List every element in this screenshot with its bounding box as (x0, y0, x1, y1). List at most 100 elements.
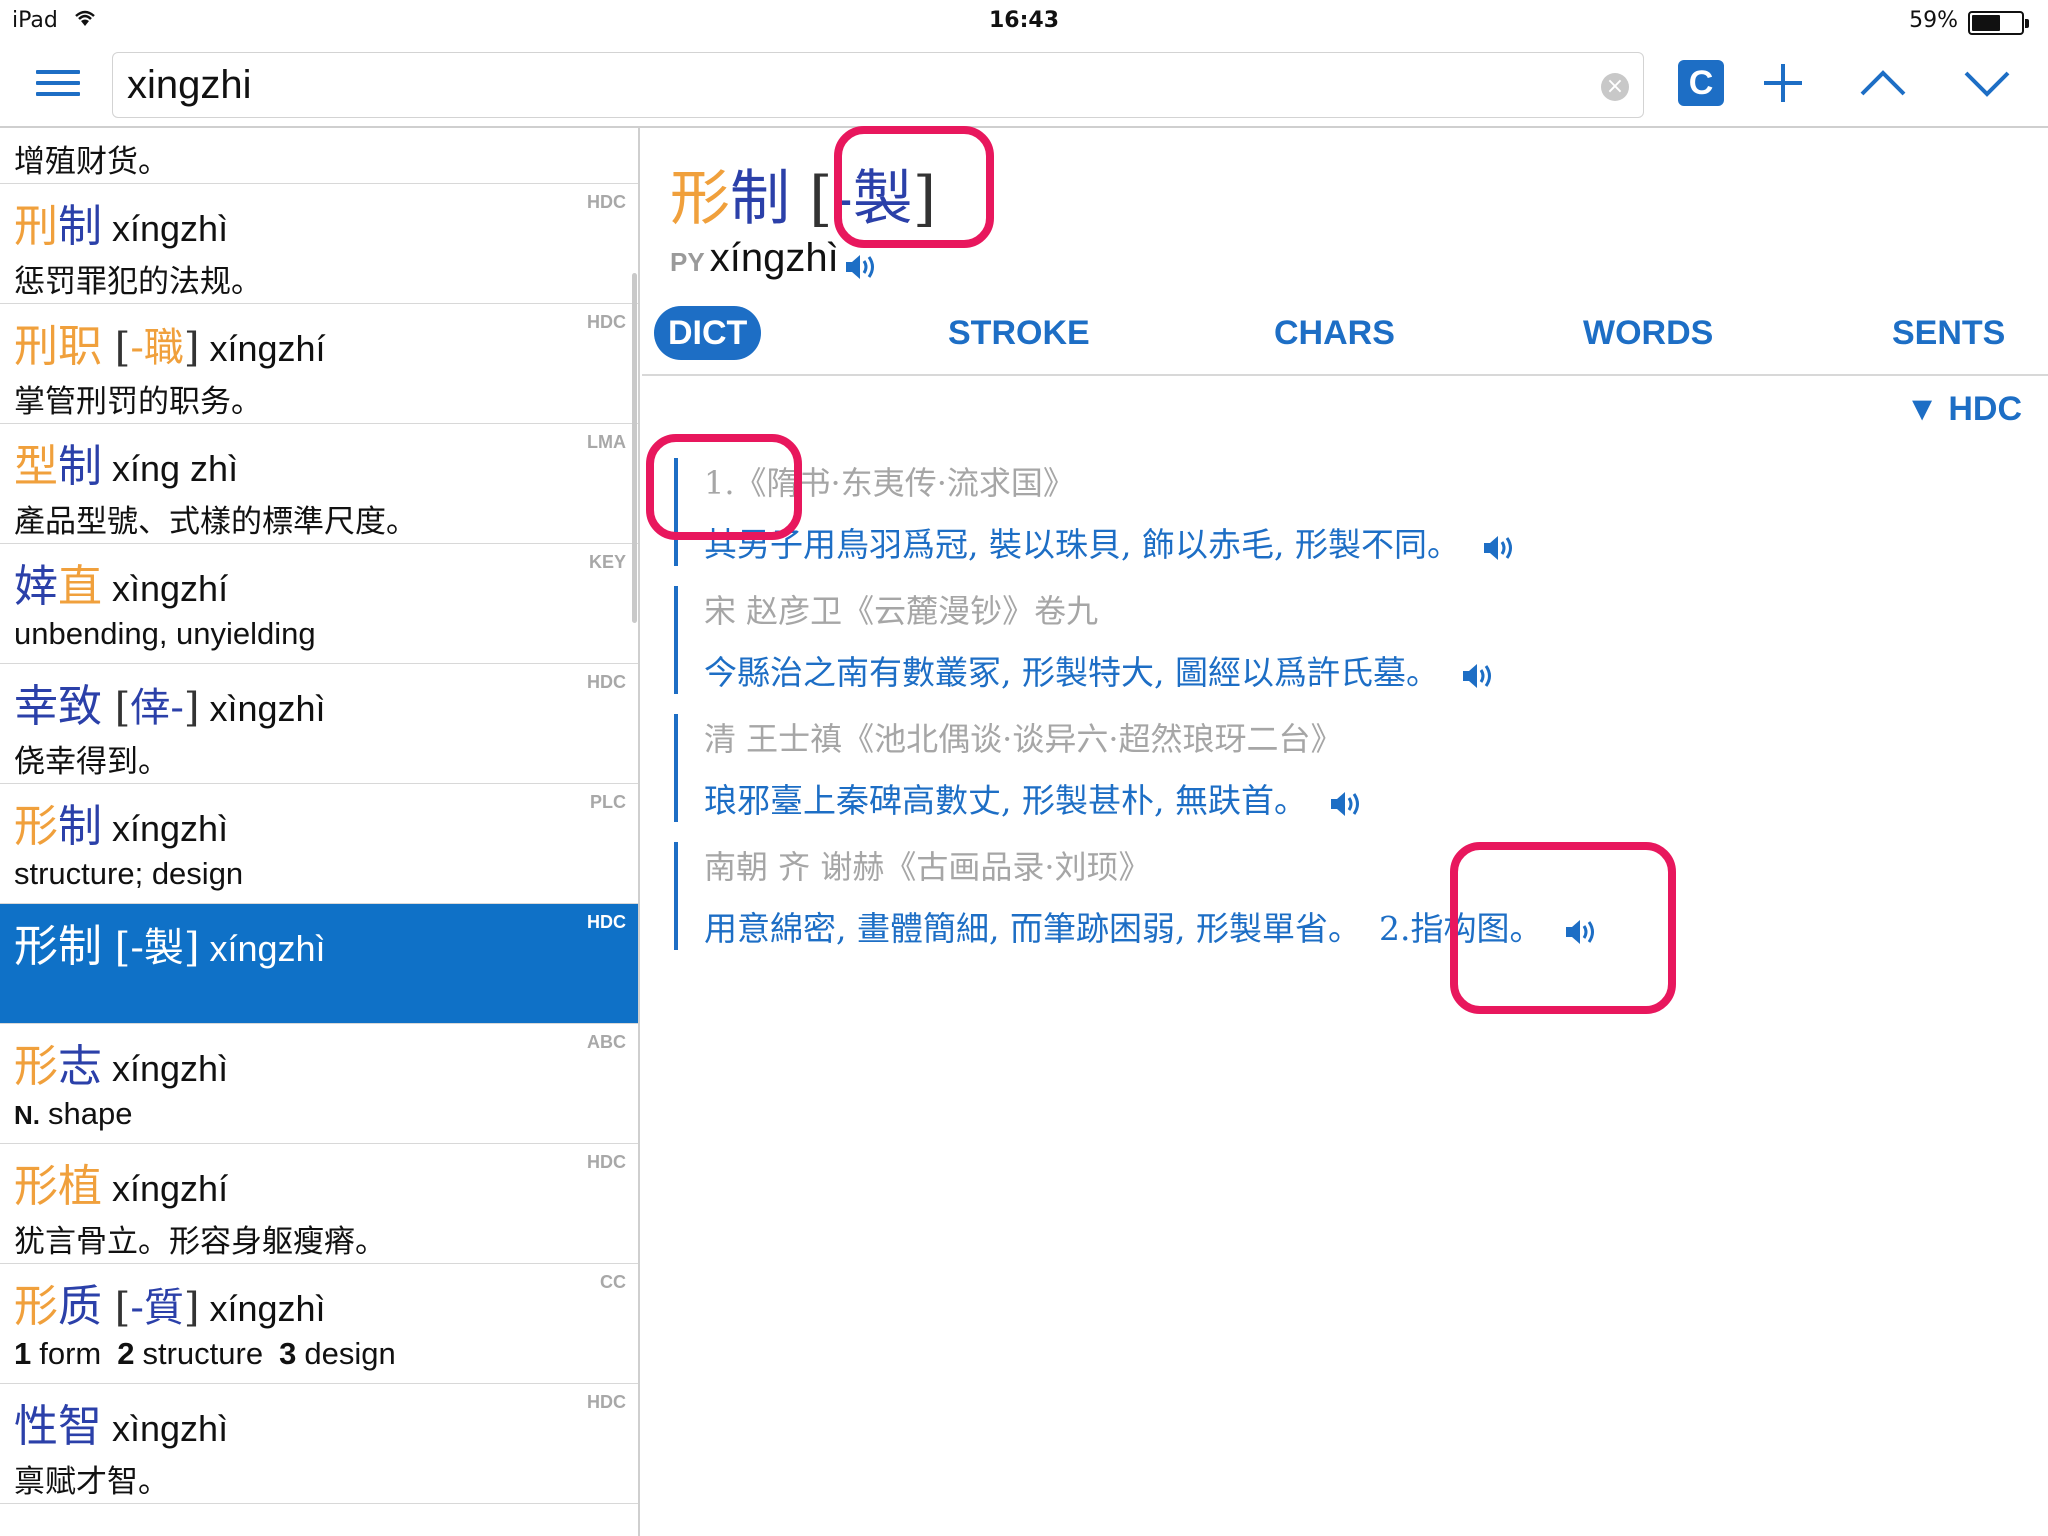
definition-text: 產品型號、式樣的標準尺度。 (14, 504, 417, 540)
chevron-up-icon[interactable] (1858, 58, 1908, 108)
list-item-pinyin: xìngzhì (112, 1408, 229, 1449)
definition-text: 犹言骨立。形容身躯瘦瘠。 (14, 1224, 386, 1260)
list-item[interactable]: 刑职 [-職] xíngzhí 掌管刑罚的职务。 HDC (0, 304, 638, 424)
tab-words[interactable]: WORDS (1583, 306, 1713, 360)
list-item-pinyin: xíngzhì (112, 208, 229, 249)
source-tag: PLC (590, 792, 626, 812)
speaker-icon[interactable] (1482, 532, 1516, 562)
quote-text-line: 用意綿密, 畫體簡細, 而筆跡困弱, 形製單省。 2.指构图。 (704, 902, 1974, 950)
source-toggle[interactable]: ▼ HDC (1905, 390, 2022, 429)
list-item[interactable]: 性智 xìngzhì 禀赋才智。 HDC (0, 1384, 638, 1504)
list-item-definition: 掌管刑罚的职务。 (14, 376, 262, 421)
list-item-definition: N. shape (14, 1096, 132, 1132)
example-quote: 1.《隋书·东夷传·流求国》 其男子用鳥羽爲冠, 裝以珠貝, 飾以赤毛, 形製不同… (674, 458, 1974, 566)
source-tag: HDC (587, 912, 626, 932)
list-item-char: 制 (58, 201, 102, 252)
example-quote: 清 王士禛《池北偶谈·谈异六·超然琅玡二台》 琅邪臺上秦碑高數丈, 形製甚朴, 無… (674, 714, 1974, 822)
clear-icon[interactable]: × (1601, 73, 1629, 101)
tab-chars[interactable]: CHARS (1274, 306, 1395, 360)
list-item[interactable]: 型制 xíng zhì 產品型號、式樣的標準尺度。 LMA (0, 424, 638, 544)
source-tag: KEY (588, 552, 626, 572)
plus-icon[interactable] (1758, 58, 1808, 108)
list-item-definition: 犹言骨立。形容身躯瘦瘠。 (14, 1216, 386, 1261)
definition-text: 掌管刑罚的职务。 (14, 384, 262, 420)
list-item-char: 刑 (14, 321, 58, 372)
sense-number: 2 (117, 1336, 135, 1371)
sense-text: form (39, 1336, 102, 1371)
list-scrollbar[interactable] (632, 273, 637, 623)
list-item-pinyin: xìngzhì (209, 688, 326, 729)
list-item-char: 形 (14, 801, 58, 852)
menu-icon[interactable] (36, 68, 82, 98)
list-item-definition: 禀赋才智。 (14, 1456, 169, 1501)
speaker-icon[interactable] (1564, 916, 1598, 946)
source-tag: HDC (587, 312, 626, 332)
battery-icon (1968, 11, 2029, 35)
quote-source: 宋 赵彦卫《云麓漫钞》卷九 (704, 592, 1099, 630)
list-item[interactable]: 形质 [-質] xíngzhì 1 form 2 structure 3 design CC (0, 1264, 638, 1384)
part-of-speech: N. (14, 1100, 40, 1130)
list-item-char: 形 (14, 1041, 58, 1092)
list-item-pinyin: xíngzhì (112, 808, 229, 849)
speaker-icon[interactable] (1329, 788, 1363, 818)
list-item[interactable]: 形制 xíngzhì structure; design PLC (0, 784, 638, 904)
list-item[interactable]: 幸致 [倖-] xìngzhì 侥幸得到。 HDC (0, 664, 638, 784)
list-item-char: 婞 (14, 561, 58, 612)
headword-char-1: 形 (670, 164, 730, 234)
list-item-headword: 形植 xíngzhí (14, 1150, 228, 1214)
search-value: xingzhi (127, 63, 252, 107)
list-item-pinyin: xíngzhì (209, 928, 326, 969)
definition-text: shape (48, 1096, 133, 1131)
source-tag: ABC (587, 1032, 626, 1052)
list-item[interactable]: 形志 xíngzhì N. shape ABC (0, 1024, 638, 1144)
clipboard-c-button[interactable]: C (1678, 60, 1724, 106)
list-item-char: 职 (58, 321, 102, 372)
list-item[interactable]: 刑制 xíngzhì 惩罚罪犯的法规。 HDC (0, 184, 638, 304)
battery-percent: 59% (1909, 8, 1958, 33)
list-item[interactable]: 形植 xíngzhí 犹言骨立。形容身躯瘦瘠。 HDC (0, 1144, 638, 1264)
example-quote: 宋 赵彦卫《云麓漫钞》卷九今縣治之南有數叢冢, 形製特大, 圖經以爲許氏墓。 (674, 586, 1974, 694)
list-item-char: 制 (58, 801, 102, 852)
list-item-char: 制 (58, 441, 102, 492)
list-item-definition: 1 form 2 structure 3 design (14, 1336, 412, 1372)
list-item-traditional: 倖- (130, 685, 184, 731)
list-item-definition: unbending, unyielding (14, 616, 316, 652)
list-item-partial[interactable]: 彳 增殖财货。 (0, 128, 638, 184)
source-tag: HDC (587, 1152, 626, 1172)
pinyin-value: xíngzhì (709, 236, 839, 280)
quote-text-line: 今縣治之南有數叢冢, 形製特大, 圖經以爲許氏墓。 (704, 646, 1974, 694)
list-item-headword: 婞直 xìngzhí (14, 550, 228, 614)
list-item[interactable]: 婞直 xìngzhí unbending, unyielding KEY (0, 544, 638, 664)
list-item-pinyin: xìngzhí (112, 568, 229, 609)
list-item-pinyin: xíngzhì (209, 1288, 326, 1329)
tab-sents[interactable]: SENTS (1892, 306, 2005, 360)
definition-text: 侥幸得到。 (14, 744, 169, 780)
search-input[interactable]: xingzhi × (112, 52, 1644, 118)
example-quote: 南朝 齐 谢赫《古画品录·刘顼》 用意綿密, 畫體簡細, 而筆跡困弱, 形製單省。… (674, 842, 1974, 950)
definition-text: unbending, unyielding (14, 616, 316, 651)
list-item-char: 形 (14, 921, 58, 972)
source-tag: CC (600, 1272, 626, 1292)
speaker-icon[interactable] (1461, 660, 1495, 690)
results-list[interactable]: 彳 增殖财货。 刑制xíngzhì惩罚罪犯的法规。HDC刑职 [-職]xíngz… (0, 128, 640, 1536)
tab-stroke[interactable]: STROKE (948, 306, 1090, 360)
status-bar: iPad 16:43 59% (0, 0, 2048, 44)
headword: 形制 [-製] (670, 164, 937, 234)
list-item[interactable]: 形制 [-製] xíngzhì HDC (0, 904, 638, 1024)
list-item-pinyin: xíngzhì (112, 1048, 229, 1089)
list-item-char: 制 (58, 921, 102, 972)
speaker-icon[interactable] (844, 252, 878, 282)
list-item-char: 形 (14, 1281, 58, 1332)
tab-dict[interactable]: DICT (654, 306, 762, 360)
source-tag: HDC (587, 672, 626, 692)
list-item-definition: 增殖财货。 (14, 144, 169, 180)
list-item-definition: structure; design (14, 856, 243, 892)
search-toolbar: xingzhi × C (0, 44, 2048, 128)
headword-traditional[interactable]: -製 (832, 164, 912, 234)
entry-detail: 形制 [-製] PY xíngzhì DICT STROKE CHARS WOR… (642, 128, 2048, 1536)
list-item-headword: 性智 xìngzhì (14, 1390, 228, 1454)
quote-text: 琅邪臺上秦碑高數丈, 形製甚朴, 無趺首。 (704, 781, 1307, 820)
chevron-down-icon[interactable] (1962, 58, 2012, 108)
headword-char-2: 制 (730, 164, 790, 234)
list-item-char: 形 (14, 1161, 58, 1212)
